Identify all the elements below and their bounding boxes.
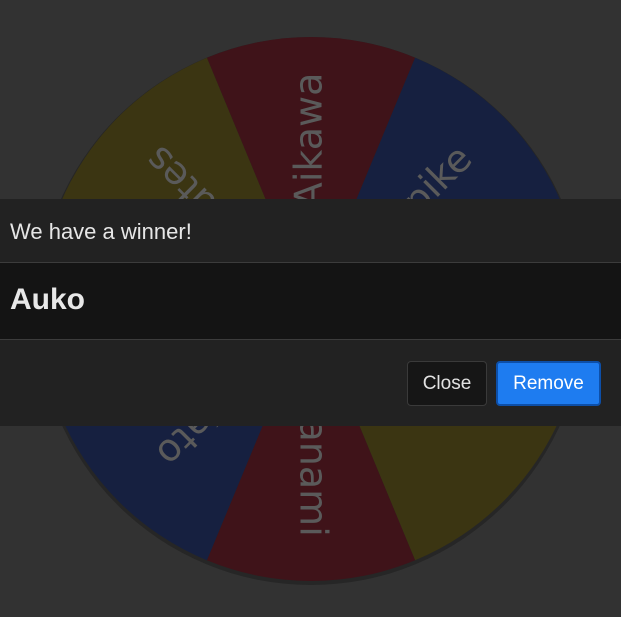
close-button[interactable]: Close	[407, 361, 487, 406]
remove-button[interactable]: Remove	[496, 361, 601, 406]
winner-modal: We have a winner! Auko Close Remove	[0, 199, 621, 426]
modal-title: We have a winner!	[10, 219, 192, 244]
modal-header: We have a winner!	[0, 199, 621, 263]
modal-body: Auko	[0, 263, 621, 340]
winner-name: Auko	[10, 283, 85, 316]
app-stage: Aikawa Spike anami Kato Itutes We have a win…	[0, 0, 621, 617]
modal-footer: Close Remove	[0, 340, 621, 426]
